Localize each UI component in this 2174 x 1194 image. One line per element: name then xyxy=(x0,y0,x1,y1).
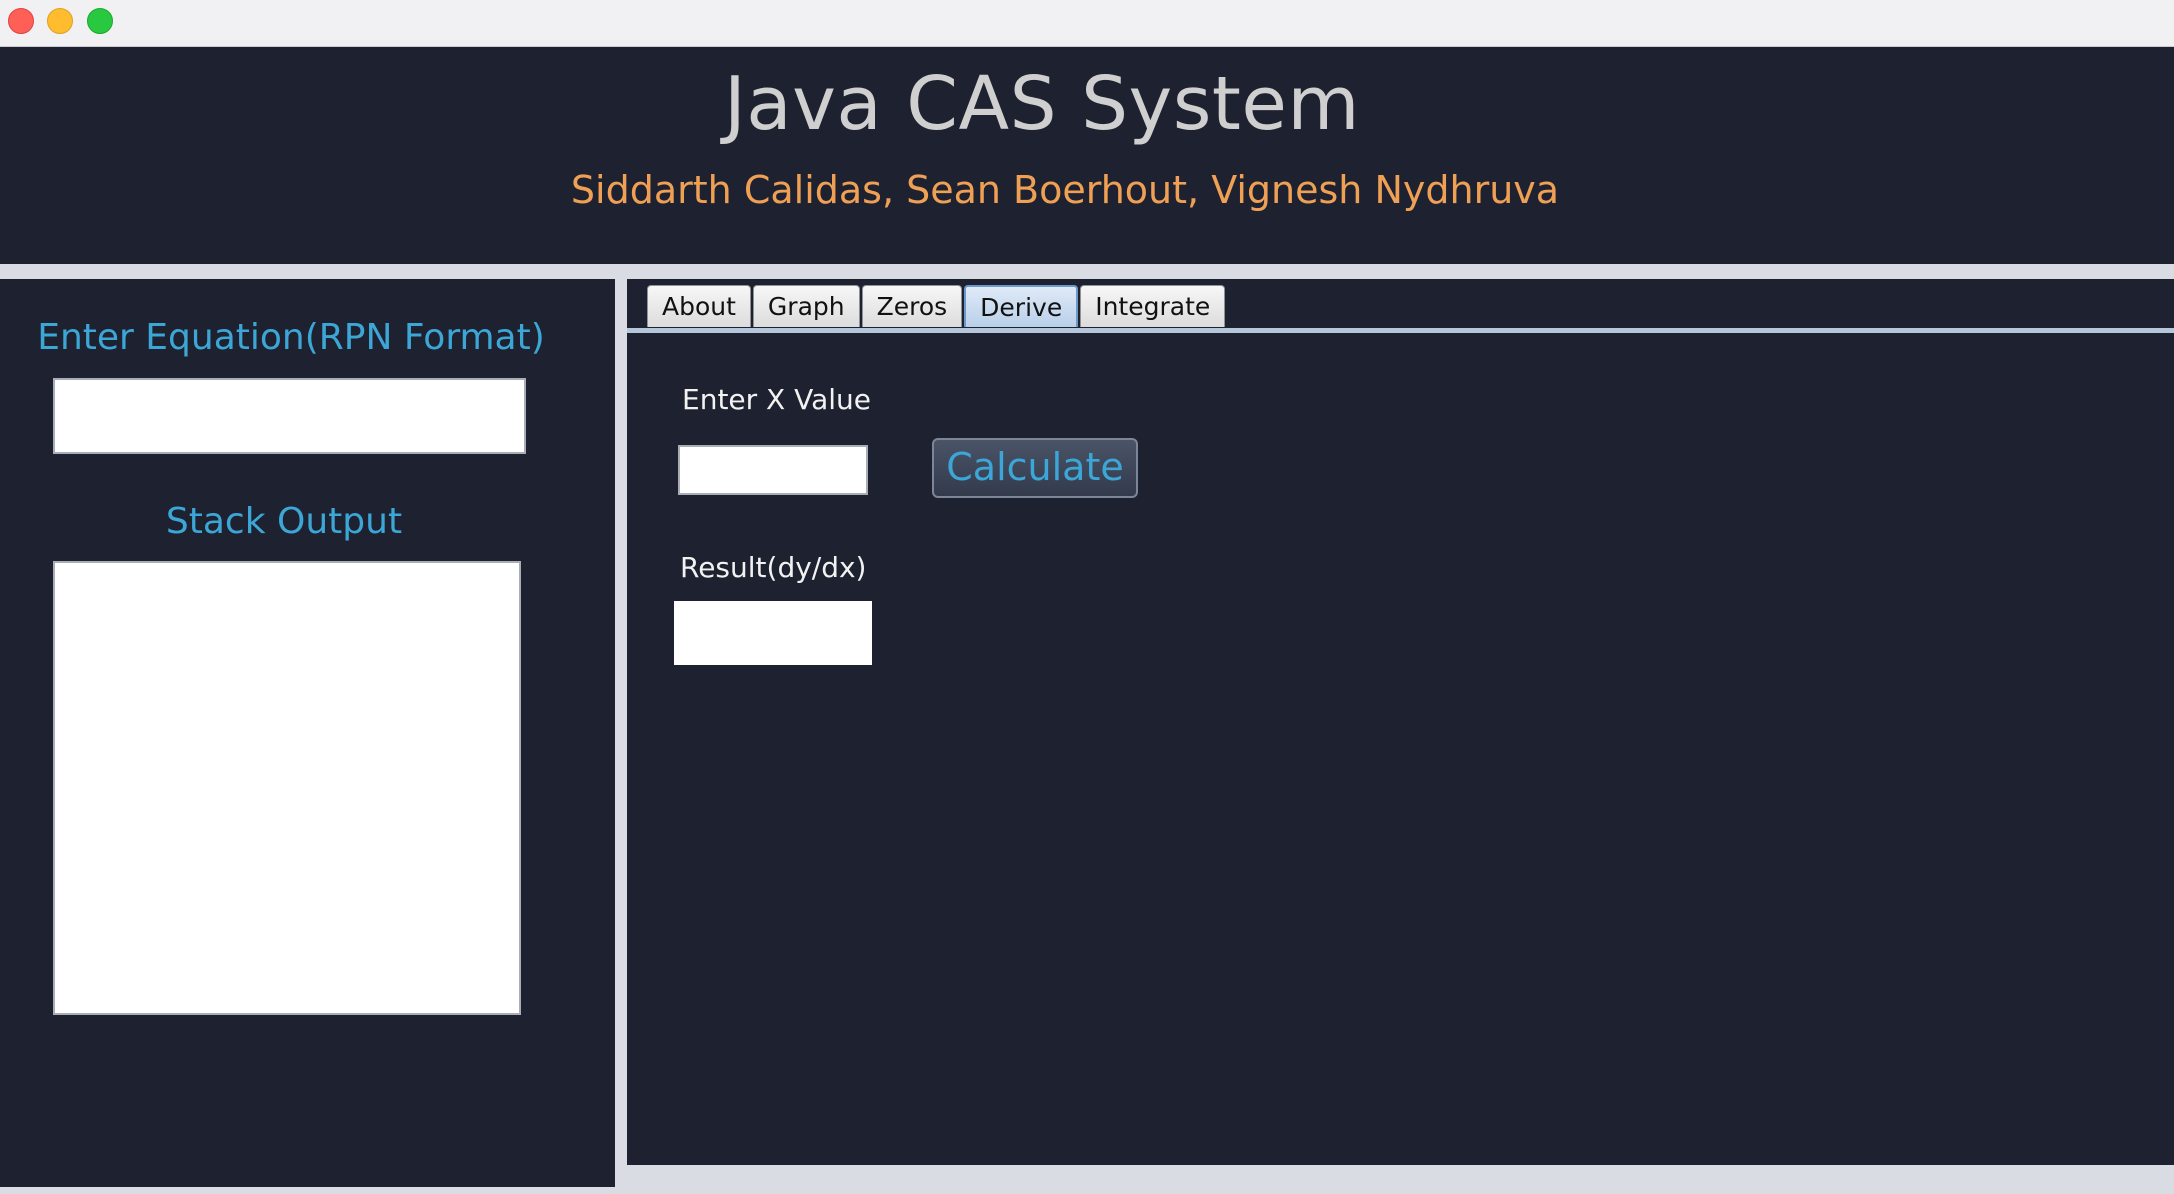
x-value-label: Enter X Value xyxy=(682,383,872,416)
calculate-button[interactable]: Calculate xyxy=(932,438,1138,498)
input-panel: Enter Equation(RPN Format) Stack Output xyxy=(0,279,615,1187)
x-value-input[interactable] xyxy=(678,445,868,495)
stack-output-area[interactable] xyxy=(53,561,521,1015)
tab-zeros[interactable]: Zeros xyxy=(861,285,963,327)
tool-panel: About Graph Zeros Derive Integrate Enter… xyxy=(627,279,2174,1165)
app-title: Java CAS System xyxy=(723,61,1361,147)
maximize-window-button[interactable] xyxy=(87,8,113,34)
result-label: Result(dy/dx) xyxy=(680,551,867,584)
authors-label: Siddarth Calidas, Sean Boerhout, Vignesh… xyxy=(570,168,1560,212)
equation-input[interactable] xyxy=(53,378,526,454)
app-header: Java CAS System Siddarth Calidas, Sean B… xyxy=(0,47,2174,264)
tab-about[interactable]: About xyxy=(647,285,751,327)
tab-derive[interactable]: Derive xyxy=(964,285,1079,327)
minimize-window-button[interactable] xyxy=(47,8,73,34)
app-window: Java CAS System Siddarth Calidas, Sean B… xyxy=(0,0,2174,1194)
title-bar xyxy=(0,0,2174,47)
tab-strip: About Graph Zeros Derive Integrate xyxy=(647,285,1226,329)
tab-graph[interactable]: Graph xyxy=(752,285,860,327)
result-output xyxy=(674,601,872,665)
stack-output-label: Stack Output xyxy=(165,501,403,542)
tab-integrate[interactable]: Integrate xyxy=(1080,285,1226,327)
derive-tab-content: Enter X Value Calculate Result(dy/dx) xyxy=(627,333,2174,1165)
close-window-button[interactable] xyxy=(8,8,34,34)
equation-label: Enter Equation(RPN Format) xyxy=(37,317,545,358)
